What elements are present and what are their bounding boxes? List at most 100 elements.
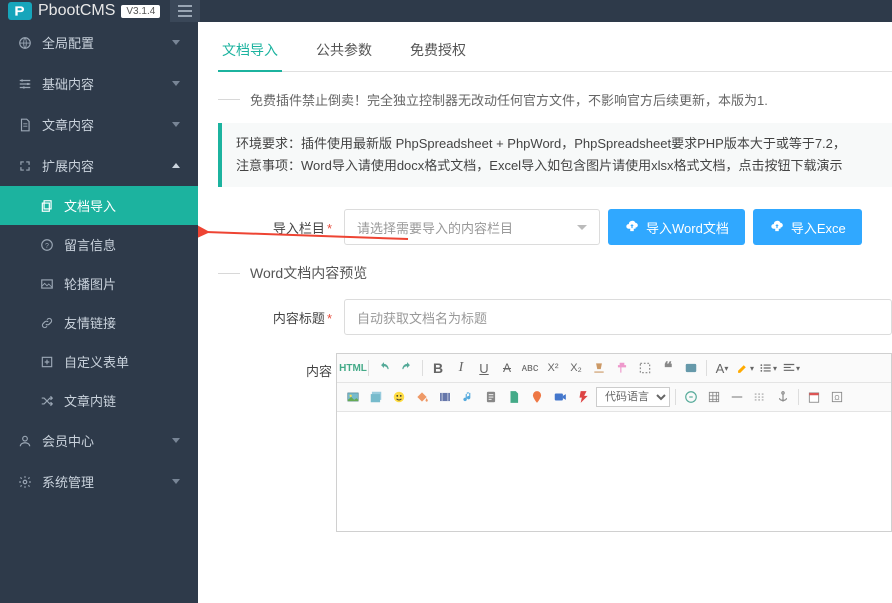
sub-label: 轮播图片 xyxy=(64,274,116,293)
help-icon: ? xyxy=(40,238,54,252)
sidebar-item-system[interactable]: 系统管理 xyxy=(0,461,198,502)
remove-format-button[interactable]: ᴀʙc xyxy=(520,358,540,378)
map-button[interactable] xyxy=(527,387,547,407)
paint-bucket-button[interactable] xyxy=(412,387,432,407)
redo-button[interactable] xyxy=(397,358,417,378)
tabs: 文档导入 公共参数 免费授权 xyxy=(218,40,892,72)
sidebar-item-member[interactable]: 会员中心 xyxy=(0,420,198,461)
code-language-select[interactable]: 代码语言 xyxy=(596,387,670,407)
gear-icon xyxy=(18,475,32,489)
anchor-button[interactable] xyxy=(773,387,793,407)
sidebar-label: 基础内容 xyxy=(42,74,94,93)
attachment-button[interactable] xyxy=(481,387,501,407)
import-excel-button[interactable]: 导入Exce xyxy=(753,209,862,245)
sidebar-item-global[interactable]: 全局配置 xyxy=(0,22,198,63)
sidebar: 全局配置 基础内容 文章内容 扩展内容 文档导入 ? 留言信息 轮播图片 友情链接… xyxy=(0,22,198,603)
chevron-down-icon xyxy=(172,40,180,45)
table-button[interactable] xyxy=(704,387,724,407)
underline-button[interactable]: U xyxy=(474,358,494,378)
flash-button[interactable] xyxy=(573,387,593,407)
sub-item-slider[interactable]: 轮播图片 xyxy=(0,264,198,303)
cloud-upload-icon xyxy=(769,220,785,234)
chevron-down-icon xyxy=(172,479,180,484)
sidebar-item-extend[interactable]: 扩展内容 xyxy=(0,145,198,186)
special-char-button[interactable]: Ω xyxy=(827,387,847,407)
sidebar-item-basic[interactable]: 基础内容 xyxy=(0,63,198,104)
editor-textarea[interactable] xyxy=(336,412,892,532)
sidebar-item-article[interactable]: 文章内容 xyxy=(0,104,198,145)
import-word-button[interactable]: 导入Word文档 xyxy=(608,209,745,245)
multi-image-button[interactable] xyxy=(366,387,386,407)
insert-file-button[interactable] xyxy=(504,387,524,407)
content-title-input[interactable]: 自动获取文档名为标题 xyxy=(344,299,892,335)
sub-label: 文章内链 xyxy=(64,391,116,410)
button-label: 导入Exce xyxy=(791,218,846,237)
sidebar-label: 会员中心 xyxy=(42,431,94,450)
clear-button[interactable] xyxy=(589,358,609,378)
font-color-button[interactable]: A▾ xyxy=(712,358,732,378)
link-icon xyxy=(40,316,54,330)
tab-doc-import[interactable]: 文档导入 xyxy=(218,40,282,72)
subscript-button[interactable]: X₂ xyxy=(566,358,586,378)
music-button[interactable] xyxy=(458,387,478,407)
list-button[interactable]: ▾ xyxy=(758,358,778,378)
tab-public-params[interactable]: 公共参数 xyxy=(312,40,376,71)
sub-item-links[interactable]: 友情链接 xyxy=(0,303,198,342)
notice-line-2: 注意事项：Word导入请使用docx格式文档，Excel导入如包含图片请使用xl… xyxy=(236,155,878,177)
html-source-button[interactable]: HTML xyxy=(343,358,363,378)
expand-icon xyxy=(18,159,32,173)
chevron-down-icon xyxy=(172,122,180,127)
image-button[interactable] xyxy=(343,387,363,407)
chevron-down-icon xyxy=(172,438,180,443)
sidebar-label: 系统管理 xyxy=(42,472,94,491)
hr-button[interactable] xyxy=(727,387,747,407)
film-button[interactable] xyxy=(435,387,455,407)
editor-toolbar: HTML B I U A ᴀʙc X² X₂ xyxy=(336,353,892,412)
notice-box: 环境要求：插件使用最新版 PhpSpreadsheet + PhpWord，Ph… xyxy=(218,123,892,187)
format-paint-button[interactable] xyxy=(612,358,632,378)
sliders-icon xyxy=(18,77,32,91)
menu-toggle-button[interactable] xyxy=(170,0,200,22)
strike-button[interactable]: A xyxy=(497,358,517,378)
chevron-up-icon xyxy=(172,163,180,168)
link-button[interactable] xyxy=(681,387,701,407)
bold-button[interactable]: B xyxy=(428,358,448,378)
sidebar-label: 扩展内容 xyxy=(42,156,94,175)
sidebar-label: 文章内容 xyxy=(42,115,94,134)
sidebar-label: 全局配置 xyxy=(42,33,94,52)
highlight-button[interactable]: ▾ xyxy=(735,358,755,378)
cloud-upload-icon xyxy=(624,220,640,234)
version-badge: V3.1.4 xyxy=(121,5,160,18)
select-all-button[interactable] xyxy=(635,358,655,378)
warning-text: 免费插件禁止倒卖！完全独立控制器无改动任何官方文件，不影响官方后续更新，本版为1… xyxy=(218,90,892,109)
svg-text:Ω: Ω xyxy=(834,395,839,402)
notice-line-1: 环境要求：插件使用最新版 PhpSpreadsheet + PhpWord，Ph… xyxy=(236,133,878,155)
superscript-button[interactable]: X² xyxy=(543,358,563,378)
file-icon xyxy=(18,118,32,132)
copy-icon xyxy=(40,199,54,213)
align-button[interactable]: ▾ xyxy=(781,358,801,378)
code-button[interactable] xyxy=(681,358,701,378)
warning-content: 免费插件禁止倒卖！完全独立控制器无改动任何官方文件，不影响官方后续更新，本版为1… xyxy=(250,90,768,109)
emoji-button[interactable] xyxy=(389,387,409,407)
sub-item-form[interactable]: 自定义表单 xyxy=(0,342,198,381)
sub-label: 自定义表单 xyxy=(64,352,129,371)
tab-free-auth[interactable]: 免费授权 xyxy=(406,40,470,71)
brand-name: PbootCMS xyxy=(38,2,115,20)
date-button[interactable] xyxy=(804,387,824,407)
sub-item-innerlink[interactable]: 文章内链 xyxy=(0,381,198,420)
sub-label: 留言信息 xyxy=(64,235,116,254)
italic-button[interactable]: I xyxy=(451,358,471,378)
red-arrow-annotation xyxy=(198,224,418,254)
globe-icon xyxy=(18,36,32,50)
quote-button[interactable]: ❝ xyxy=(658,358,678,378)
preview-section-title: Word文档内容预览 xyxy=(250,263,367,283)
undo-button[interactable] xyxy=(374,358,394,378)
sub-item-doc-import[interactable]: 文档导入 xyxy=(0,186,198,225)
content-label: 内容 xyxy=(218,353,336,380)
chevron-down-icon xyxy=(172,81,180,86)
pagebreak-button[interactable] xyxy=(750,387,770,407)
image-icon xyxy=(40,277,54,291)
video-button[interactable] xyxy=(550,387,570,407)
sub-item-message[interactable]: ? 留言信息 xyxy=(0,225,198,264)
